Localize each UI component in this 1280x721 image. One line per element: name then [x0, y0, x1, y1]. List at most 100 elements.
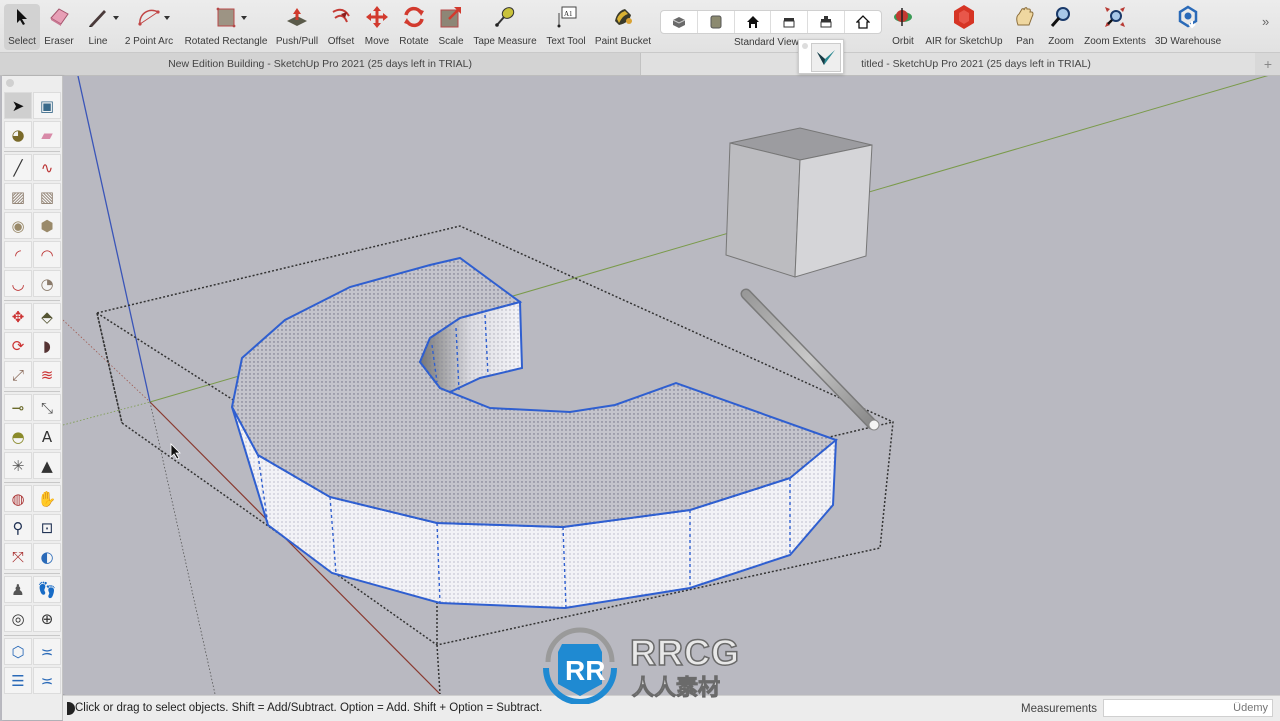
palette-two-point-arc-button[interactable]: ◠: [33, 241, 61, 268]
right-view-icon: [783, 18, 795, 28]
cube-component[interactable]: [725, 127, 873, 278]
front-view-icon: [746, 16, 759, 28]
cylinder-rod[interactable]: [740, 288, 880, 431]
new-tab-button[interactable]: +: [1256, 53, 1280, 75]
palette-zoom-extents-button[interactable]: ⤧: [4, 543, 32, 570]
polygon-icon: ⬢: [40, 216, 54, 235]
palette-zoom-button[interactable]: ⚲: [4, 514, 32, 541]
palette-section-plane-button[interactable]: ⊕: [33, 605, 61, 632]
3d-warehouse-button[interactable]: 3D Warehouse: [1154, 4, 1222, 50]
select-tool-button[interactable]: Select: [4, 4, 40, 50]
line-tool-button[interactable]: Line: [84, 4, 119, 50]
two-point-arc-tool-button[interactable]: 2 Point Arc: [124, 4, 174, 50]
chevron-down-icon[interactable]: [164, 16, 170, 20]
palette-separator: [4, 573, 60, 574]
rotated-rectangle-label: Rotated Rectangle: [184, 36, 268, 47]
palette-look-around-button[interactable]: ◎: [4, 605, 32, 632]
palette-three-point-arc-button[interactable]: ◡: [4, 270, 32, 297]
rectangle-icon: [216, 7, 236, 28]
palette-share-model-button[interactable]: ☰: [4, 667, 32, 694]
extension-warehouse-icon: ≍: [40, 642, 54, 661]
palette-dimension-button[interactable]: ⤡: [33, 394, 61, 421]
chevron-down-icon[interactable]: [113, 16, 119, 20]
back-view-button[interactable]: [808, 11, 846, 33]
tab-new-edition-building[interactable]: New Edition Building - SketchUp Pro 2021…: [0, 53, 641, 75]
palette-freehand-button[interactable]: ∿: [33, 154, 61, 181]
palette-pan-button[interactable]: ✋: [33, 485, 61, 512]
protractor-icon: ◓: [11, 427, 25, 446]
zoom-tool-button[interactable]: Zoom: [1045, 4, 1077, 50]
3d-viewport[interactable]: [63, 76, 1280, 694]
palette-axes-button[interactable]: ✳: [4, 452, 32, 479]
text-tool-button[interactable]: A1 Text Tool: [544, 4, 588, 50]
iso-view-button[interactable]: [661, 11, 698, 33]
position-camera-icon: ♟: [11, 580, 25, 599]
scale-tool-button[interactable]: Scale: [436, 4, 466, 50]
chevron-down-icon[interactable]: [241, 16, 247, 20]
rrcg-logo-icon: RR: [543, 627, 617, 704]
palette-push-pull-button[interactable]: ⬘: [33, 303, 61, 330]
palette-protractor-button[interactable]: ◓: [4, 423, 32, 450]
mouse-cursor-icon: [170, 443, 181, 460]
palette-move-button[interactable]: ✥: [4, 303, 32, 330]
pan-tool-button[interactable]: Pan: [1012, 4, 1038, 50]
palette-text-button[interactable]: A: [33, 423, 61, 450]
palette-select-button[interactable]: ➤: [4, 92, 32, 119]
palette-3d-text-button[interactable]: ▲: [33, 452, 61, 479]
arc-icon: [138, 9, 160, 26]
palette-polygon-button[interactable]: ⬢: [33, 212, 61, 239]
palette-zoom-window-button[interactable]: ⊡: [33, 514, 61, 541]
palette-line-button[interactable]: ╱: [4, 154, 32, 181]
front-view-button[interactable]: [735, 11, 772, 33]
rotated-rectangle-tool-button[interactable]: Rotated Rectangle: [182, 4, 270, 50]
move-tool-button[interactable]: Move: [362, 4, 392, 50]
measurements-input[interactable]: [1103, 699, 1273, 717]
palette-arc-button[interactable]: ◜: [4, 241, 32, 268]
right-view-button[interactable]: [771, 11, 809, 33]
push-pull-tool-button[interactable]: Push/Pull: [275, 4, 319, 50]
iso-view-icon: [672, 17, 686, 28]
palette-component-button[interactable]: ▣: [33, 92, 61, 119]
paint-bucket-tool-button[interactable]: Paint Bucket: [593, 4, 653, 50]
palette-separator: [4, 151, 60, 152]
palette-follow-me-button[interactable]: ◗: [33, 332, 61, 359]
palette-rotate-button[interactable]: ⟳: [4, 332, 32, 359]
info-icon[interactable]: [67, 702, 75, 715]
palette-previous-button[interactable]: ◐: [33, 543, 61, 570]
tape-measure-icon: ⊸: [11, 398, 25, 417]
palette-rectangle-button[interactable]: ▨: [4, 183, 32, 210]
palette-extension-manager-button[interactable]: ≍: [33, 667, 61, 694]
eraser-tool-button[interactable]: Eraser: [42, 4, 76, 50]
left-view-button[interactable]: [845, 11, 881, 33]
zoom-extents-tool-button[interactable]: Zoom Extents: [1082, 4, 1148, 50]
palette-close-button[interactable]: [6, 79, 14, 87]
palette-circle-button[interactable]: ◉: [4, 212, 32, 239]
palette-3d-warehouse-button[interactable]: ⬡: [4, 638, 32, 665]
palette-eraser-button[interactable]: ▰: [33, 121, 61, 148]
tape-measure-tool-button[interactable]: Tape Measure: [472, 4, 538, 50]
toolbar-overflow-button[interactable]: »: [1262, 14, 1269, 29]
palette-walk-button[interactable]: 👣: [33, 576, 61, 603]
palette-scale-button[interactable]: ⤢: [4, 361, 32, 388]
air-for-sketchup-button[interactable]: AIR for SketchUp: [922, 4, 1006, 50]
model-scene[interactable]: [63, 76, 1280, 694]
watermark-text-chinese: 人人素材: [631, 676, 721, 702]
palette-position-camera-button[interactable]: ♟: [4, 576, 32, 603]
scale-icon: ⤢: [11, 365, 24, 384]
palette-tape-measure-button[interactable]: ⊸: [4, 394, 32, 421]
palette-paint-bucket-button[interactable]: ◕: [4, 121, 32, 148]
air-label: AIR for SketchUp: [925, 36, 1003, 47]
rotate-tool-button[interactable]: Rotate: [398, 4, 430, 50]
vray-button[interactable]: [811, 43, 841, 72]
palette-orbit-button[interactable]: ◍: [4, 485, 32, 512]
palette-offset-button[interactable]: ≋: [33, 361, 61, 388]
palette-pie-button[interactable]: ◔: [33, 270, 61, 297]
close-icon[interactable]: [802, 43, 808, 49]
palette-rotated-rectangle-button[interactable]: ▧: [33, 183, 61, 210]
tab-untitled[interactable]: titled - SketchUp Pro 2021 (25 days left…: [641, 53, 1255, 75]
offset-tool-button[interactable]: Offset: [325, 4, 357, 50]
top-view-button[interactable]: [698, 11, 735, 33]
palette-extension-warehouse-button[interactable]: ≍: [33, 638, 61, 665]
scale-icon: [440, 7, 461, 28]
orbit-tool-button[interactable]: Orbit: [888, 4, 918, 50]
